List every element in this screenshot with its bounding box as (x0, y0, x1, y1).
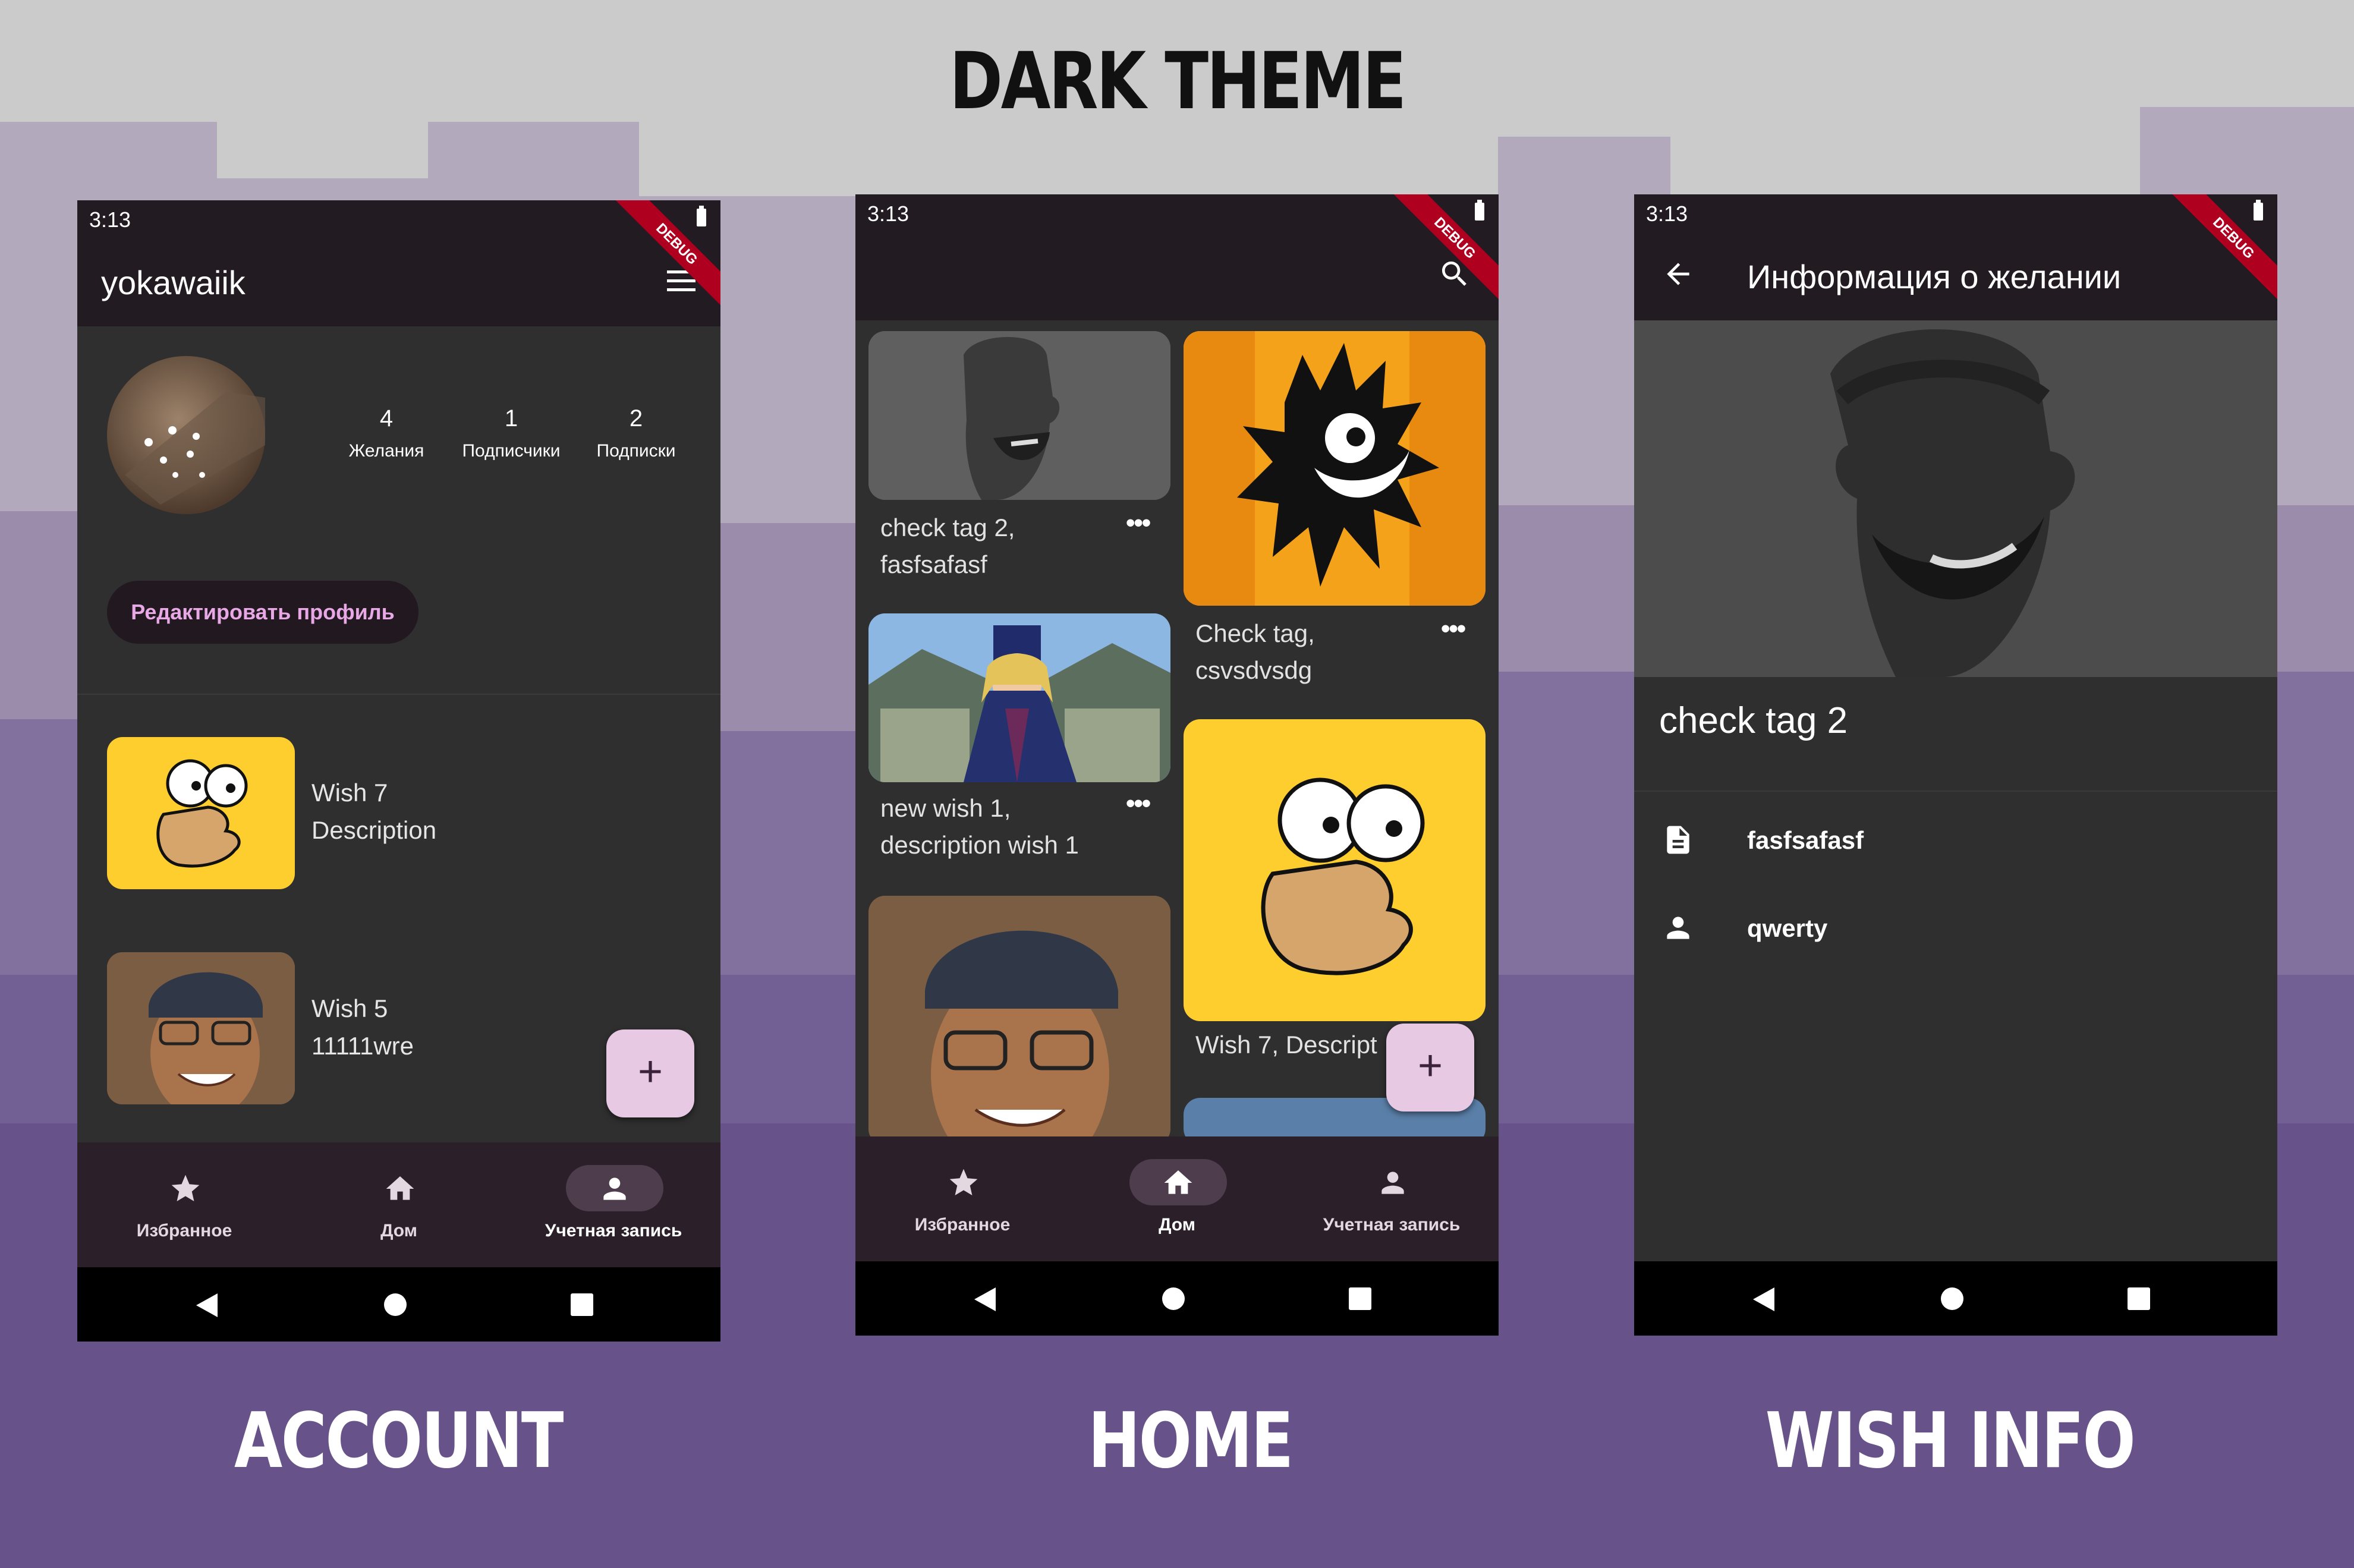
wish-name: check tag 2 (1659, 700, 1848, 741)
caption-account: ACCOUNT (234, 1397, 564, 1485)
caption-home: HOME (1088, 1397, 1294, 1485)
screen-title: Информация о желании (1747, 258, 2122, 295)
bottom-navigation: Избранное Дом Учетная запись (77, 1142, 720, 1267)
stat-following-value: 2 (629, 405, 643, 432)
system-back-icon[interactable] (1753, 1287, 1774, 1311)
person-icon (603, 1177, 626, 1200)
nav-item-home[interactable]: Дом (1070, 1136, 1284, 1261)
avatar[interactable] (107, 356, 265, 514)
system-recents-icon[interactable] (571, 1293, 593, 1316)
card-title: check tag 2, (880, 514, 1015, 541)
battery-icon (697, 206, 706, 226)
gigachad-image (868, 331, 1170, 500)
card-title: Check tag, (1195, 619, 1315, 647)
wish-owner: qwerty (1747, 914, 1828, 942)
nav-label: Дом (380, 1221, 417, 1240)
star-icon (171, 1175, 200, 1201)
bottom-navigation: Избранное Дом Учетная запись (855, 1136, 1499, 1261)
app-bar (855, 234, 1499, 320)
star-icon (949, 1169, 978, 1195)
man-in-cap-image (107, 952, 295, 1104)
anime-character-image (868, 613, 1170, 782)
stat-followers-value: 1 (504, 405, 518, 432)
system-navigation-bar (77, 1267, 720, 1342)
system-home-icon[interactable] (1162, 1287, 1185, 1310)
status-time: 3:13 (1646, 201, 1688, 226)
divider (1634, 791, 2277, 792)
nav-label: Избранное (914, 1215, 1011, 1235)
person-icon (1381, 1172, 1404, 1194)
system-navigation-bar (1634, 1261, 2277, 1336)
divider (77, 694, 720, 695)
document-icon (1667, 826, 1689, 854)
system-navigation-bar (855, 1261, 1499, 1336)
card-subtitle: fasfsafasf (880, 550, 987, 578)
homer-image (1184, 719, 1486, 1021)
app-bar: yokawaiik (77, 240, 720, 326)
home-screen: 3:13 DEBUG check tag 2, fasfsafasf ••• n… (855, 194, 1499, 1336)
stat-followers-label: Подписчики (462, 441, 561, 461)
nav-item-account[interactable]: Учетная запись (1285, 1136, 1499, 1261)
man-in-cap-image (868, 896, 1170, 1145)
wish-description: fasfsafasf (1747, 826, 1864, 854)
account-screen: 3:13 yokawaiik DEBUG 4 Желания 1 Подписч… (77, 200, 720, 1342)
username-title: yokawaiik (101, 264, 246, 301)
app-bar: Информация о желании (1634, 234, 2277, 320)
status-time: 3:13 (867, 201, 910, 226)
home-icon (386, 1176, 414, 1200)
page-title: DARK THEME (949, 36, 1406, 127)
system-back-icon[interactable] (974, 1287, 996, 1311)
wish-info-screen: 3:13 Информация о желании DEBUG check ta… (1634, 194, 2277, 1336)
wish-description: Description (311, 816, 437, 844)
status-time: 3:13 (89, 207, 131, 232)
gigachad-image (1634, 320, 2277, 677)
stat-wishes-label: Желания (348, 441, 424, 461)
nav-label: Учетная запись (545, 1221, 682, 1240)
edit-profile-button[interactable]: Редактировать профиль (107, 581, 418, 644)
card-subtitle: description wish 1 (880, 831, 1079, 859)
more-options-icon[interactable]: ••• (1126, 789, 1151, 818)
nav-item-favorites[interactable]: Избранное (77, 1142, 291, 1267)
more-options-icon[interactable]: ••• (1441, 614, 1466, 644)
nav-item-favorites[interactable]: Избранное (855, 1136, 1069, 1261)
add-wish-button[interactable]: + (606, 1029, 694, 1117)
battery-icon (2254, 200, 2263, 221)
nav-label: Дом (1159, 1215, 1195, 1235)
system-back-icon[interactable] (196, 1293, 218, 1317)
stat-following-label: Подписки (596, 441, 676, 461)
shadow-creature-image (1184, 331, 1486, 606)
nav-item-home[interactable]: Дом (292, 1142, 506, 1267)
homer-image (107, 737, 295, 889)
nav-label: Избранное (136, 1221, 232, 1240)
caption-wish-info: WISH INFO (1765, 1397, 2136, 1485)
nav-item-account[interactable]: Учетная запись (506, 1142, 720, 1267)
home-icon (1164, 1170, 1192, 1194)
card-title: new wish 1, (880, 794, 1011, 822)
system-home-icon[interactable] (384, 1293, 407, 1316)
person-icon (1667, 917, 1689, 939)
add-wish-button[interactable]: + (1386, 1024, 1474, 1112)
wish-title: Wish 7 (311, 779, 388, 807)
system-recents-icon[interactable] (1349, 1287, 1371, 1310)
back-arrow-icon[interactable] (1661, 257, 1695, 291)
stat-wishes-value: 4 (379, 405, 394, 432)
system-home-icon[interactable] (1941, 1287, 1963, 1310)
wish-title: Wish 5 (311, 994, 388, 1022)
wish-description: 11111wre (311, 1032, 414, 1060)
system-recents-icon[interactable] (2128, 1287, 2150, 1310)
card-subtitle: csvsdvsdg (1195, 656, 1313, 684)
more-options-icon[interactable]: ••• (1126, 508, 1151, 538)
battery-icon (1475, 200, 1484, 221)
nav-label: Учетная запись (1323, 1215, 1461, 1235)
